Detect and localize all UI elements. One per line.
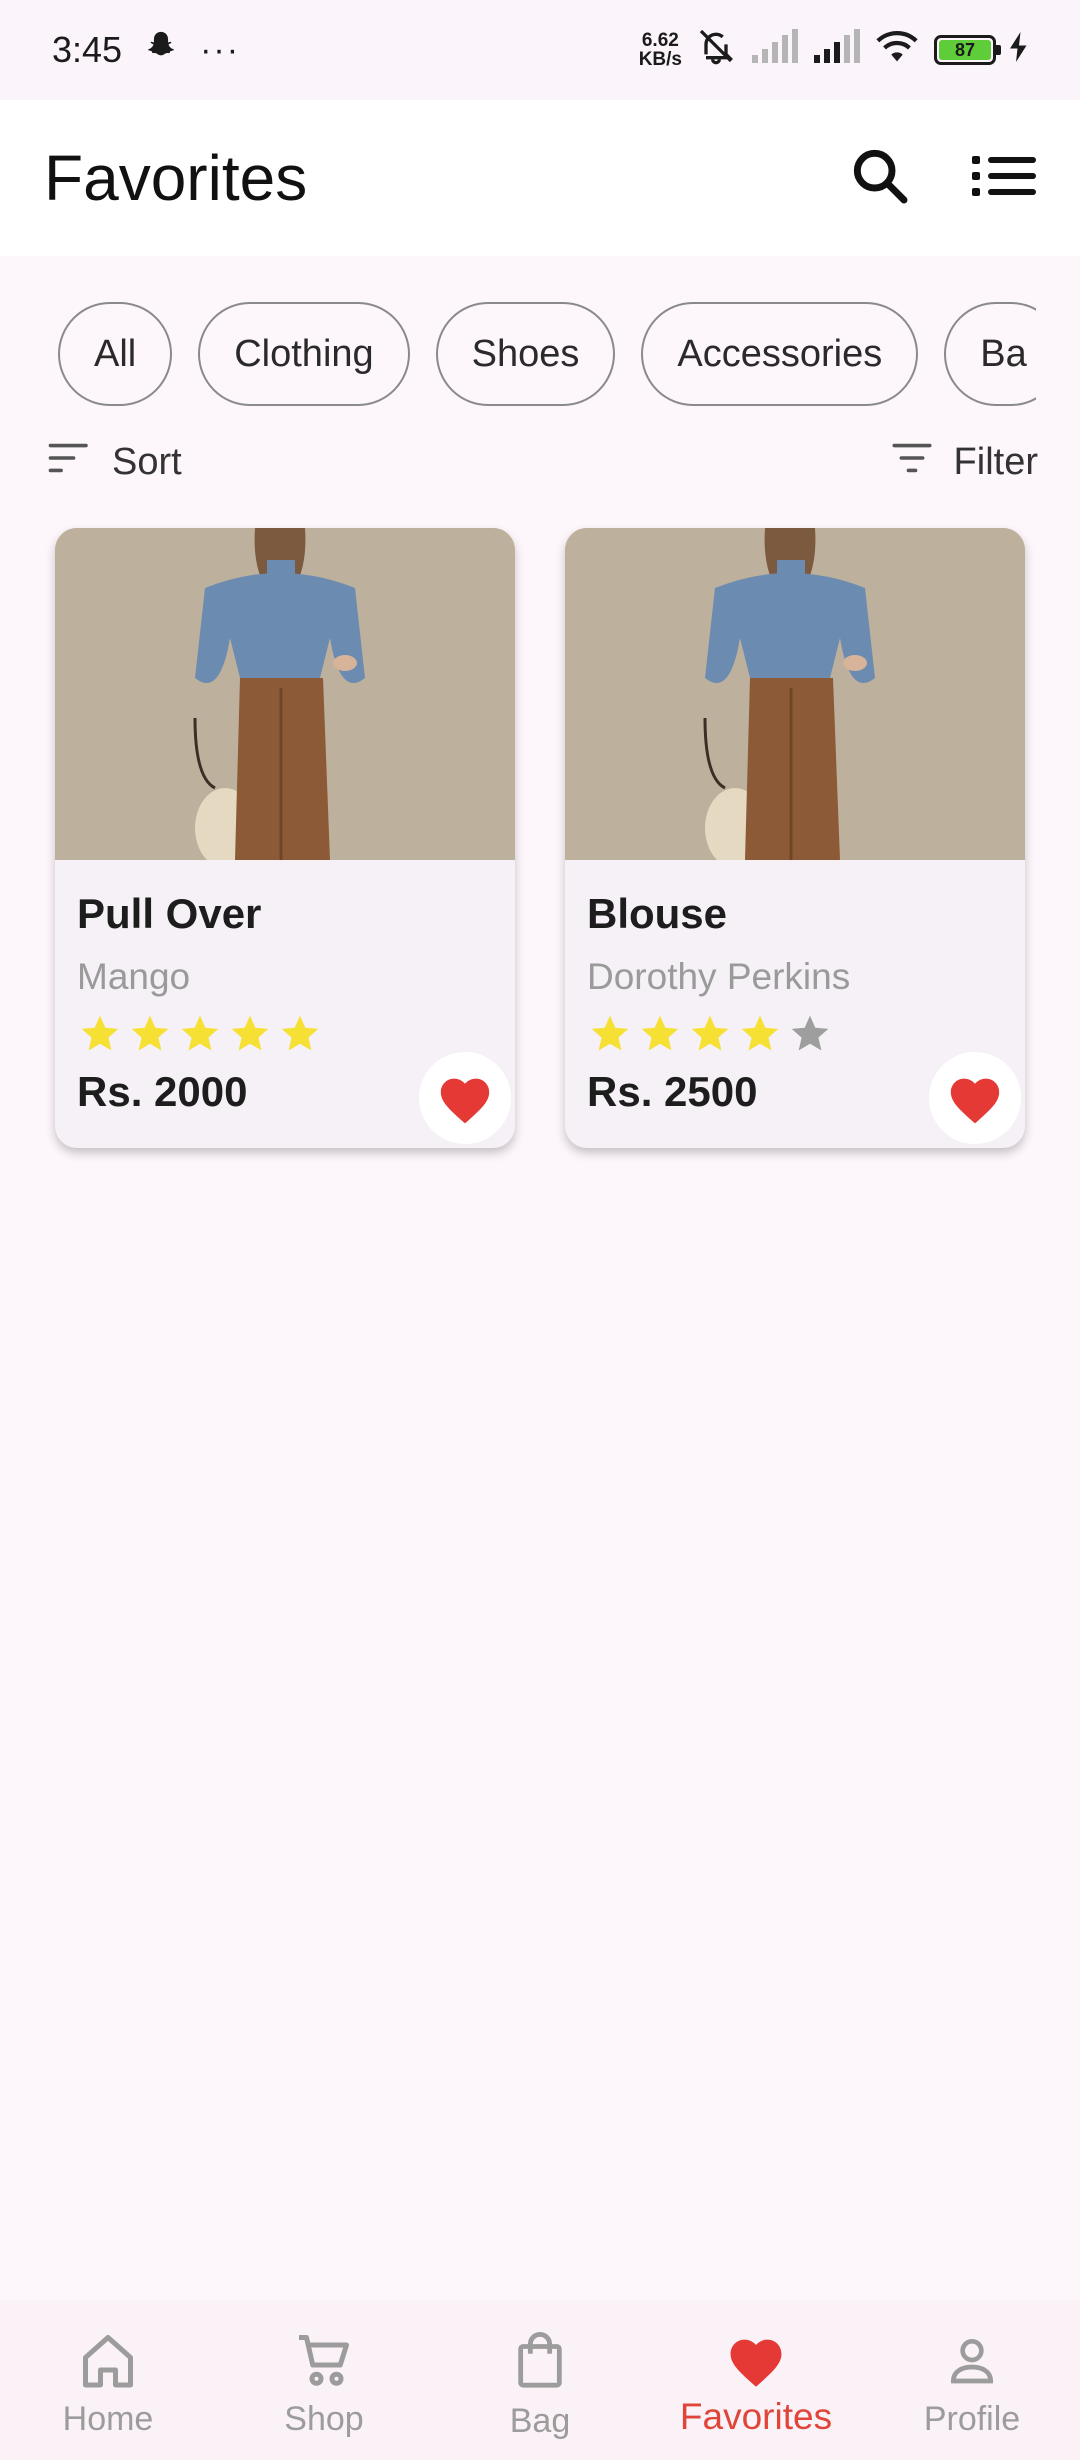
product-brand: Dorothy Perkins (587, 956, 851, 997)
list-view-button[interactable] (972, 152, 1036, 205)
net-speed: 6.62 KB/s (639, 31, 682, 69)
page-title: Favorites (44, 142, 308, 214)
product-name: Blouse (587, 890, 728, 937)
star-filled-icon (231, 1015, 269, 1051)
signal-icon-sim1 (750, 28, 798, 72)
list-view-icon (972, 152, 1036, 205)
sort-button[interactable]: Sort (48, 441, 182, 484)
net-speed-value: 6.62 (641, 30, 679, 51)
star-empty-icon (791, 1015, 829, 1051)
nav-bag-label: Bag (509, 2402, 571, 2440)
product-brand: Mango (77, 956, 191, 997)
signal-icon-sim2 (812, 28, 860, 72)
chip-accessories[interactable]: Accessories (641, 302, 919, 406)
favorite-toggle-button[interactable] (419, 1052, 511, 1144)
star-filled-icon (81, 1015, 119, 1051)
nav-bag[interactable]: Bag (432, 2300, 648, 2460)
nav-home[interactable]: Home (0, 2300, 216, 2460)
product-name: Pull Over (77, 890, 262, 937)
product-info: Blouse Dorothy Perkins Rs. 2500 (565, 860, 1025, 1144)
rating-stars (587, 1012, 1003, 1056)
search-button[interactable] (848, 144, 912, 213)
product-card[interactable]: Blouse Dorothy Perkins Rs. 2500 (565, 528, 1025, 1148)
silent-bell-icon (696, 26, 736, 75)
star-filled-icon (641, 1015, 679, 1051)
chip-clothing[interactable]: Clothing (198, 302, 410, 406)
star-filled-icon (281, 1015, 319, 1051)
chip-all[interactable]: All (58, 302, 173, 406)
home-icon (83, 2335, 133, 2388)
nav-favorites-label: Favorites (679, 2396, 833, 2437)
search-icon (848, 144, 912, 213)
star-filled-icon (181, 1015, 219, 1051)
cart-icon (299, 2335, 349, 2386)
star-filled-icon (131, 1015, 169, 1051)
status-right: 6.62 KB/s 87 (639, 26, 1028, 75)
nav-profile[interactable]: Profile (864, 2300, 1080, 2460)
star-filled-icon (691, 1015, 729, 1051)
nav-shop-label: Shop (284, 2400, 364, 2438)
app-bar: Favorites (0, 100, 1080, 256)
profile-icon (950, 2339, 994, 2384)
app-bar-actions (848, 144, 1036, 213)
sort-label: Sort (112, 440, 182, 483)
heart-icon (730, 2339, 782, 2387)
category-chips: All Clothing Shoes Accessories Ba (58, 302, 1036, 406)
filter-button[interactable]: Filter (890, 441, 1038, 484)
sort-icon (48, 441, 92, 484)
product-card[interactable]: Pull Over Mango Rs. 2000 (55, 528, 515, 1148)
status-time: 3:45 (52, 29, 123, 70)
battery-level: 87 (939, 40, 991, 60)
chip-bags[interactable]: Ba (944, 302, 1036, 406)
star-filled-icon (741, 1015, 779, 1051)
rating-stars (77, 1012, 493, 1056)
chip-shoes[interactable]: Shoes (435, 302, 616, 406)
status-left: 3:45 ··· (52, 29, 240, 72)
nav-favorites[interactable]: Favorites (648, 2300, 864, 2460)
bottom-navigation: Home Shop Bag Favorites Profile (0, 2300, 1080, 2460)
favorites-screen: 3:45 ··· 6.62 KB/s 87 Favorites All Clot… (0, 0, 1080, 2460)
more-notifications-icon: ··· (200, 30, 241, 69)
filter-label: Filter (953, 440, 1038, 483)
battery-icon: 87 (934, 35, 1001, 65)
star-filled-icon (591, 1015, 629, 1051)
nav-shop[interactable]: Shop (216, 2300, 432, 2460)
product-info: Pull Over Mango Rs. 2000 (55, 860, 515, 1144)
product-image (565, 528, 1025, 860)
heart-icon (950, 1078, 1000, 1124)
bag-icon (518, 2332, 562, 2388)
heart-icon (440, 1078, 490, 1124)
snapchat-icon (144, 29, 178, 72)
sort-filter-bar: Sort Filter (48, 430, 1038, 494)
nav-home-label: Home (62, 2400, 154, 2438)
product-image (55, 528, 515, 860)
wifi-icon (874, 28, 920, 73)
filter-icon (890, 441, 934, 484)
favorite-toggle-button[interactable] (929, 1052, 1021, 1144)
status-bar: 3:45 ··· 6.62 KB/s 87 (0, 0, 1080, 100)
net-speed-unit: KB/s (638, 49, 682, 70)
nav-profile-label: Profile (923, 2400, 1021, 2438)
charging-icon (1010, 29, 1028, 71)
